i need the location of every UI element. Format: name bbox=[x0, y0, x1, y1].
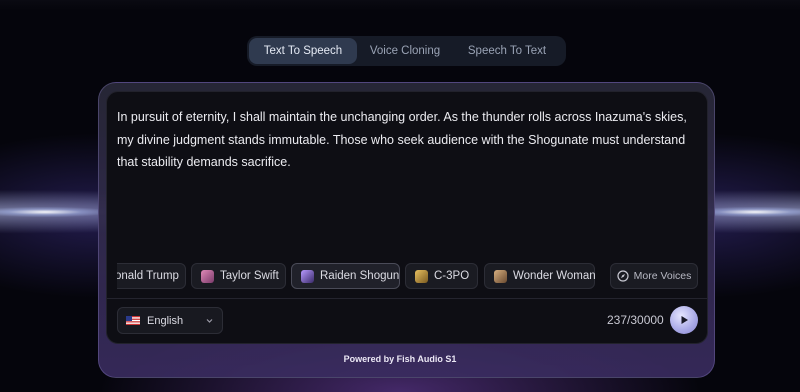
wonder-woman-avatar-icon bbox=[494, 269, 507, 283]
voice-chip-label: C-3PO bbox=[434, 270, 470, 282]
voice-chip-wonder-woman[interactable]: Wonder Woman bbox=[484, 263, 596, 289]
play-button[interactable] bbox=[670, 306, 698, 334]
tab-speech-to-text[interactable]: Speech To Text bbox=[453, 38, 561, 64]
c3po-avatar-icon bbox=[415, 269, 428, 283]
play-icon bbox=[681, 316, 688, 324]
chevron-down-icon bbox=[206, 319, 213, 323]
character-counter: 237/30000 bbox=[607, 313, 664, 327]
voice-chip-raiden-shogun[interactable]: Raiden Shogun bbox=[291, 263, 400, 289]
taylor-swift-avatar-icon bbox=[201, 269, 214, 283]
more-voices-label: More Voices bbox=[633, 270, 692, 282]
light-flare-left bbox=[0, 207, 110, 217]
voice-selector-row: onald Trump Taylor Swift Raiden Shogun C… bbox=[117, 262, 702, 290]
divider bbox=[107, 298, 707, 299]
more-voices-button[interactable]: More Voices bbox=[610, 263, 698, 289]
compass-icon bbox=[617, 270, 629, 282]
mode-tabs: Text To Speech Voice Cloning Speech To T… bbox=[247, 36, 566, 66]
voice-chip-label: Wonder Woman bbox=[513, 270, 596, 282]
voice-chip-label: Raiden Shogun bbox=[320, 270, 400, 282]
tts-editor-card: In pursuit of eternity, I shall maintain… bbox=[106, 91, 708, 344]
text-input-area[interactable]: In pursuit of eternity, I shall maintain… bbox=[117, 106, 702, 174]
voice-chip-c3po[interactable]: C-3PO bbox=[405, 263, 478, 289]
top-fade bbox=[0, 0, 800, 10]
voice-chip-label: Taylor Swift bbox=[220, 270, 279, 282]
raiden-shogun-avatar-icon bbox=[301, 269, 314, 283]
language-select[interactable]: English bbox=[117, 307, 223, 334]
voice-chip-donald-trump[interactable]: onald Trump bbox=[117, 263, 186, 289]
us-flag-icon bbox=[126, 316, 140, 325]
voice-chip-label: onald Trump bbox=[117, 270, 179, 282]
language-label: English bbox=[147, 314, 184, 327]
tab-voice-cloning[interactable]: Voice Cloning bbox=[357, 38, 453, 64]
voice-chip-taylor-swift[interactable]: Taylor Swift bbox=[191, 263, 286, 289]
tab-text-to-speech[interactable]: Text To Speech bbox=[249, 38, 357, 64]
powered-by-footer: Powered by Fish Audio S1 bbox=[343, 354, 457, 364]
